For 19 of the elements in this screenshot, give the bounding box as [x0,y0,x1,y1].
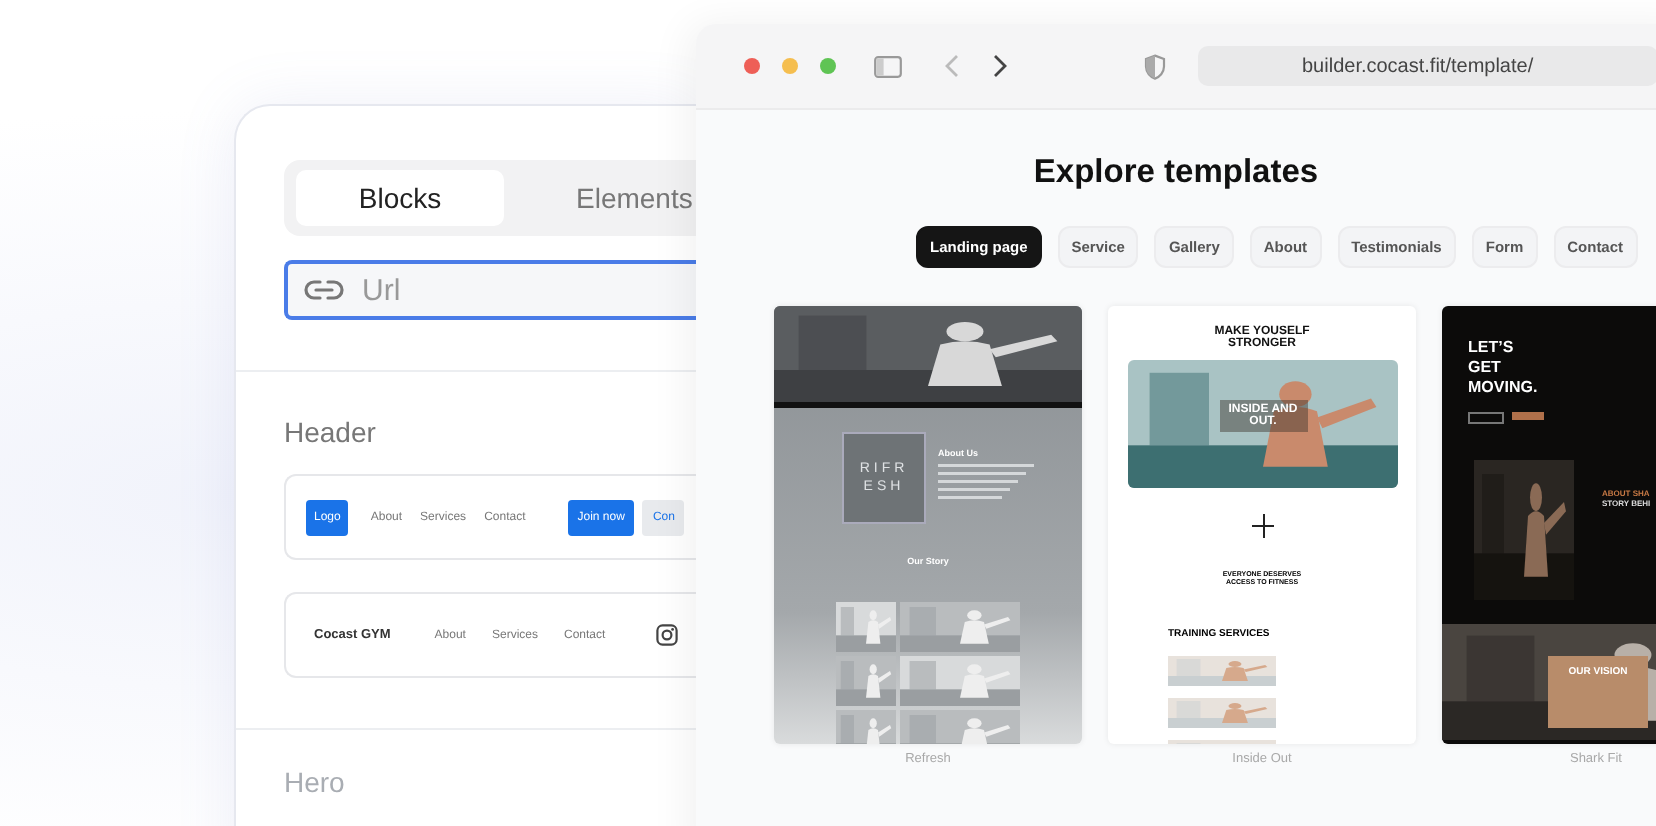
page-title: Explore templates [1031,154,1321,192]
headline: LET’S GET MOVING. [1468,338,1540,398]
url-field[interactable]: Url [284,260,696,320]
shield-icon [1144,53,1166,79]
forward-icon [992,54,1008,78]
window-control-icon[interactable] [820,58,836,74]
link-icon [304,278,344,302]
tab[interactable]: Elements [516,170,693,226]
window-control-icon[interactable] [744,58,760,74]
address-bar[interactable]: builder.cocast.fit/template/ [1198,46,1656,86]
section-title: Header [284,416,378,448]
instagram-icon [655,624,678,646]
window-control-icon[interactable] [782,58,798,74]
tab[interactable]: Blocks [296,170,504,226]
button-shape [1512,412,1544,420]
sidebar-icon [874,55,902,77]
back-icon [944,54,960,78]
section-title: Hero [284,766,347,798]
button-shape [1468,412,1504,424]
